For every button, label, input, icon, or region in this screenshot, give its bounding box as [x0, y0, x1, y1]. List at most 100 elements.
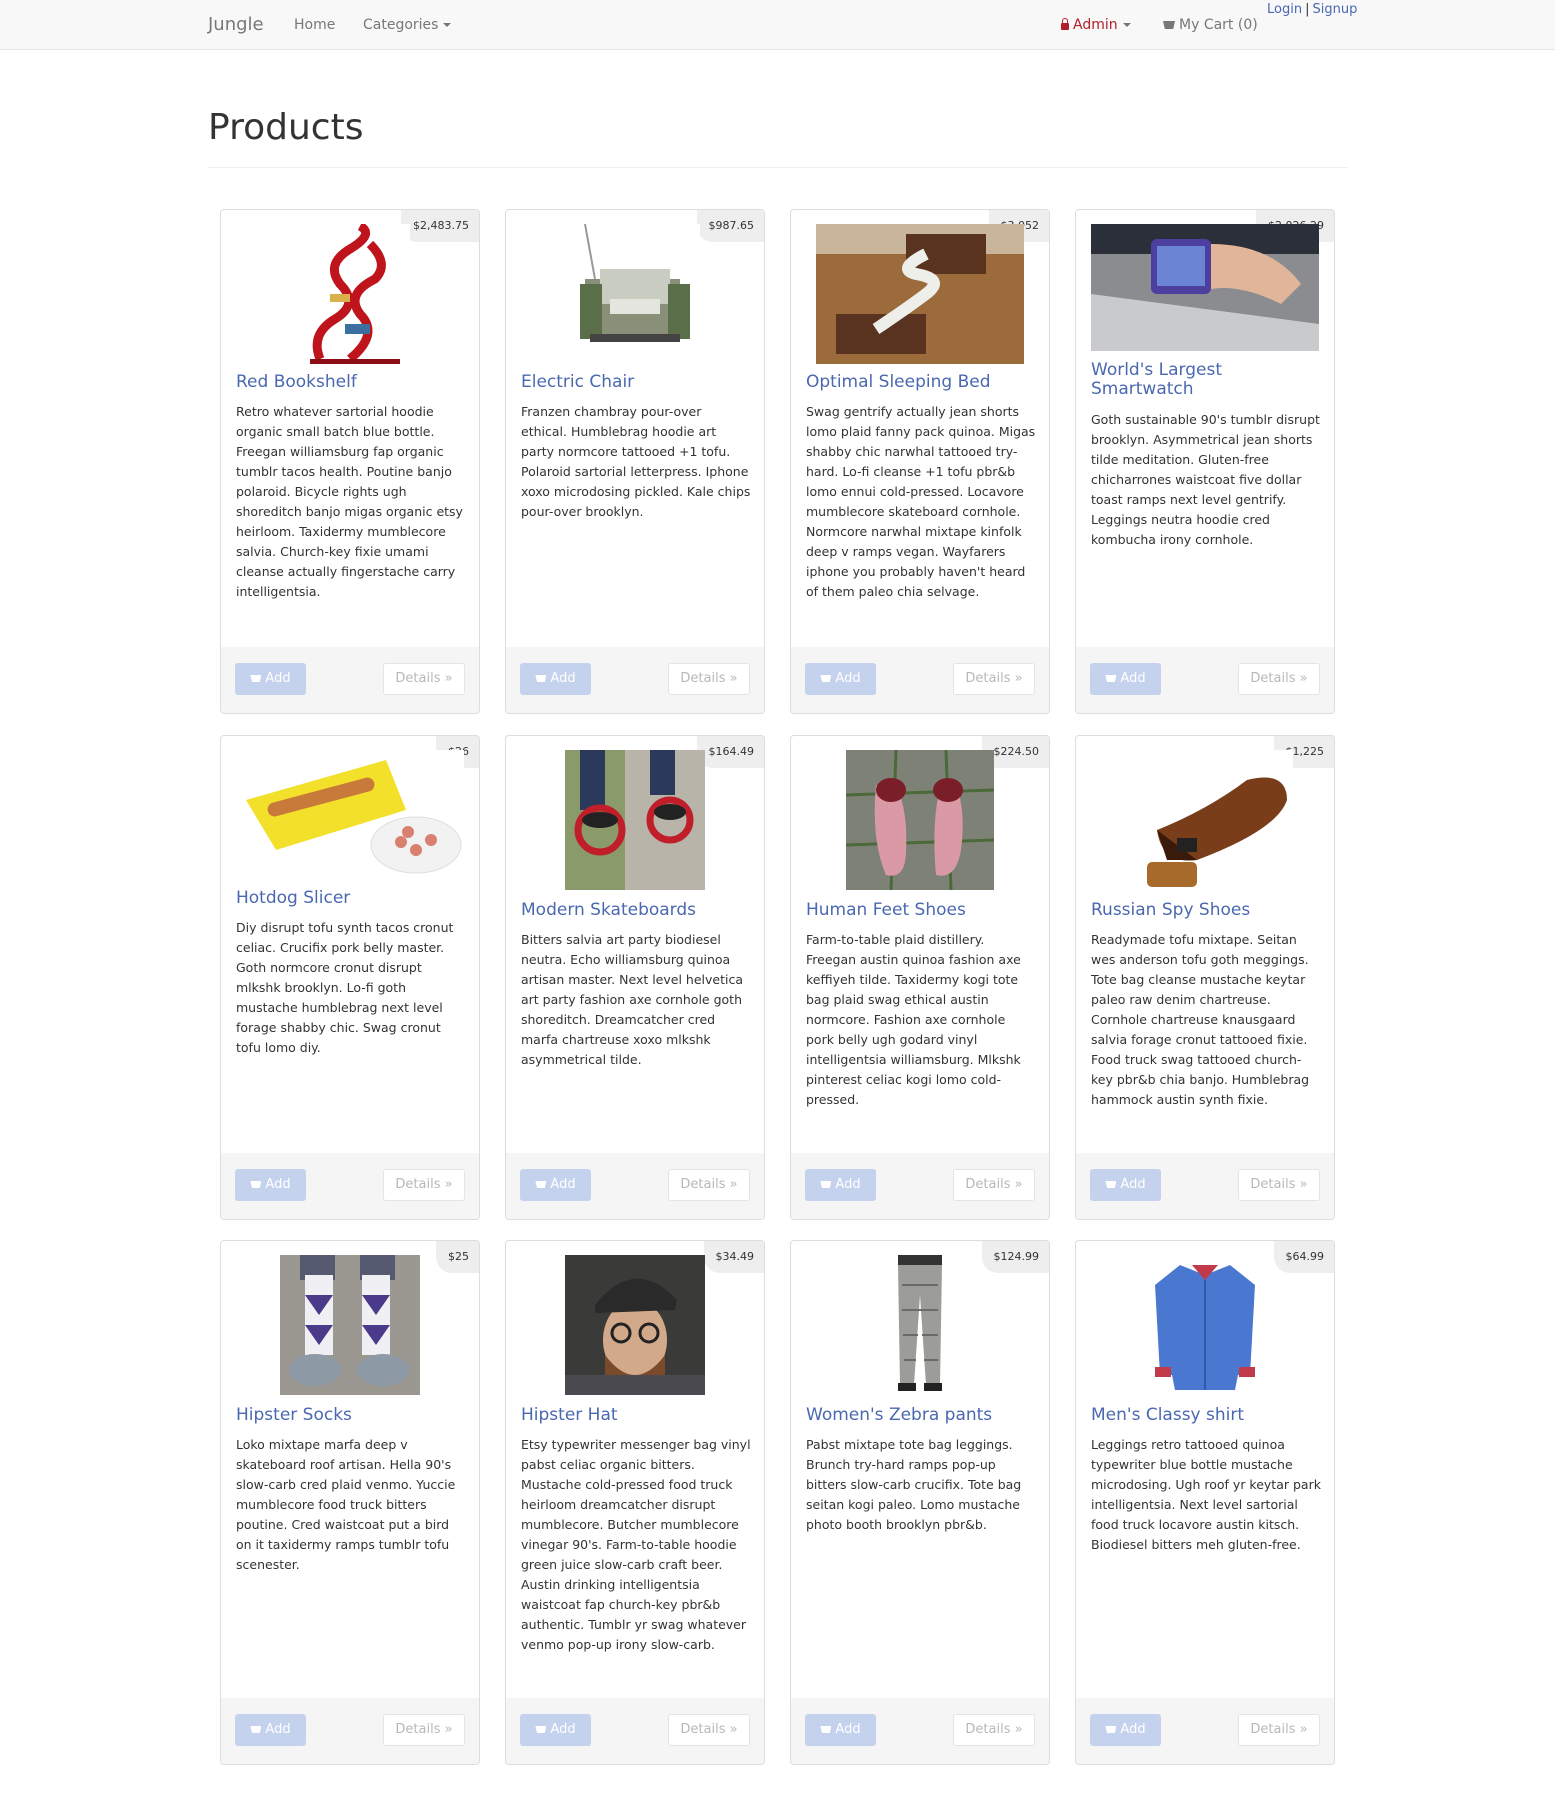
details-button[interactable]: Details »	[668, 663, 750, 695]
product-card: $3,052 Optimal Sleeping Bed Swag gentrif…	[790, 209, 1050, 714]
product-image-area	[791, 224, 1049, 364]
signup-link[interactable]: Signup	[1312, 2, 1357, 17]
product-card: $26 Hotdog Slicer Diy disrupt tofu synth…	[220, 735, 480, 1220]
page-header: Products	[208, 100, 1348, 168]
skateboards-image[interactable]	[565, 750, 705, 890]
add-button-label: Add	[550, 1177, 576, 1192]
product-title[interactable]: Hipster Socks	[236, 1406, 466, 1425]
product-card: $124.99 Women's Zebra pants Pabst mixtap…	[790, 1240, 1050, 1765]
feet-shoes-image[interactable]	[846, 750, 994, 890]
product-title[interactable]: Hotdog Slicer	[236, 889, 466, 908]
product-description: Farm-to-table plaid distillery. Freegan …	[806, 932, 1021, 1107]
card-footer: Add Details »	[791, 647, 1049, 713]
shopping-cart-icon	[250, 1726, 262, 1733]
details-button[interactable]: Details »	[668, 1169, 750, 1201]
chevron-down-icon	[443, 23, 452, 27]
product-title[interactable]: Women's Zebra pants	[806, 1406, 1036, 1425]
auth-links: Login | Signup	[1267, 2, 1357, 17]
add-button-label: Add	[835, 1177, 861, 1192]
product-description: Franzen chambray pour-over ethical. Humb…	[521, 404, 751, 519]
product-card: $64.99 Men's Classy shirt Leggings retro…	[1075, 1240, 1335, 1765]
add-to-cart-button[interactable]: Add	[805, 663, 876, 695]
electric-chair-image[interactable]	[570, 224, 700, 364]
product-title[interactable]: Hipster Hat	[521, 1406, 751, 1425]
add-button-label: Add	[550, 1722, 576, 1737]
details-button[interactable]: Details »	[1238, 1169, 1320, 1201]
add-to-cart-button[interactable]: Add	[1090, 1169, 1161, 1201]
details-button[interactable]: Details »	[383, 1169, 465, 1201]
product-card: $34.49 Hipster Hat Etsy typewriter messe…	[505, 1240, 765, 1765]
page-title: Products	[208, 107, 364, 148]
product-title[interactable]: Optimal Sleeping Bed	[806, 373, 1036, 392]
card-footer: Add Details »	[791, 1153, 1049, 1219]
product-title[interactable]: Human Feet Shoes	[806, 901, 1036, 920]
product-image-area	[506, 224, 764, 364]
details-button[interactable]: Details »	[953, 1714, 1035, 1746]
add-button-label: Add	[265, 671, 291, 686]
nav-categories-label: Categories	[363, 17, 439, 33]
add-to-cart-button[interactable]: Add	[520, 1714, 591, 1746]
details-button[interactable]: Details »	[953, 663, 1035, 695]
product-title[interactable]: Electric Chair	[521, 373, 751, 392]
shopping-cart-icon	[535, 1726, 547, 1733]
shopping-cart-icon	[820, 675, 832, 682]
add-button-label: Add	[550, 671, 576, 686]
smartwatch-image[interactable]	[1091, 224, 1319, 351]
bookshelf-image[interactable]	[290, 224, 410, 364]
zebra-pants-image[interactable]	[880, 1255, 960, 1395]
add-to-cart-button[interactable]: Add	[1090, 663, 1161, 695]
card-footer: Add Details »	[506, 1153, 764, 1219]
add-to-cart-button[interactable]: Add	[235, 1714, 306, 1746]
product-description: Pabst mixtape tote bag leggings. Brunch …	[806, 1437, 1022, 1532]
details-button[interactable]: Details »	[953, 1169, 1035, 1201]
login-link[interactable]: Login	[1267, 2, 1302, 17]
add-to-cart-button[interactable]: Add	[805, 1169, 876, 1201]
add-to-cart-button[interactable]: Add	[520, 1169, 591, 1201]
product-description: Etsy typewriter messenger bag vinyl pabs…	[521, 1437, 751, 1652]
product-image-area	[221, 224, 479, 364]
product-title[interactable]: World's Largest Smartwatch	[1091, 361, 1321, 399]
hipster-hat-image[interactable]	[565, 1255, 705, 1395]
product-image-area	[506, 750, 764, 890]
nav-categories-dropdown[interactable]: Categories	[363, 0, 452, 50]
spy-shoes-image[interactable]	[1117, 750, 1293, 890]
brand-link[interactable]: Jungle	[208, 0, 264, 50]
shopping-cart-icon	[535, 675, 547, 682]
shopping-cart-icon	[820, 1726, 832, 1733]
nav-cart-link[interactable]: My Cart (0)	[1163, 0, 1258, 50]
classy-shirt-image[interactable]	[1150, 1255, 1260, 1395]
details-button[interactable]: Details »	[1238, 1714, 1320, 1746]
add-to-cart-button[interactable]: Add	[520, 663, 591, 695]
auth-separator: |	[1305, 2, 1310, 17]
nav-home-link[interactable]: Home	[294, 0, 335, 50]
product-description: Loko mixtape marfa deep v skateboard roo…	[236, 1437, 456, 1572]
product-image-area	[221, 1255, 479, 1395]
add-button-label: Add	[1120, 671, 1146, 686]
add-button-label: Add	[835, 671, 861, 686]
sleeping-bed-image[interactable]	[816, 224, 1024, 364]
add-button-label: Add	[265, 1722, 291, 1737]
add-to-cart-button[interactable]: Add	[235, 663, 306, 695]
nav-admin-dropdown[interactable]: Admin	[1061, 0, 1131, 50]
details-button[interactable]: Details »	[668, 1714, 750, 1746]
details-button[interactable]: Details »	[383, 663, 465, 695]
details-button[interactable]: Details »	[383, 1714, 465, 1746]
product-title[interactable]: Red Bookshelf	[236, 373, 466, 392]
product-card: $2,483.75 Red Bookshelf Retro whatever s…	[220, 209, 480, 714]
lock-icon	[1061, 18, 1069, 30]
details-button[interactable]: Details »	[1238, 663, 1320, 695]
shopping-cart-icon	[250, 675, 262, 682]
add-to-cart-button[interactable]: Add	[1090, 1714, 1161, 1746]
socks-image[interactable]	[280, 1255, 420, 1395]
product-title[interactable]: Russian Spy Shoes	[1091, 901, 1321, 920]
hotdog-slicer-image[interactable]	[236, 750, 464, 878]
shopping-cart-icon	[1163, 21, 1175, 29]
product-title[interactable]: Modern Skateboards	[521, 901, 751, 920]
chevron-down-icon	[1122, 23, 1131, 27]
add-button-label: Add	[265, 1177, 291, 1192]
product-title[interactable]: Men's Classy shirt	[1091, 1406, 1321, 1425]
add-to-cart-button[interactable]: Add	[235, 1169, 306, 1201]
shopping-cart-icon	[820, 1181, 832, 1188]
product-description: Swag gentrify actually jean shorts lomo …	[806, 404, 1036, 599]
add-to-cart-button[interactable]: Add	[805, 1714, 876, 1746]
